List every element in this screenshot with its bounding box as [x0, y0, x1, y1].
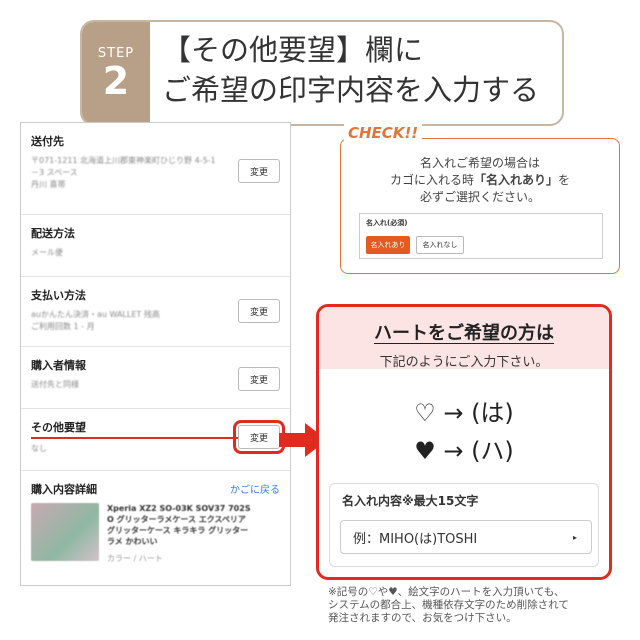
check-message-line: 名入れご希望の場合は [419, 156, 540, 170]
step-banner: STEP 2 【その他要望】欄に ご希望の印字内容を入力する [80, 20, 564, 126]
change-purchaser-button[interactable]: 変更 [238, 367, 280, 391]
heart-instructions-subtitle: 下記のようにご入力下さい。 [379, 355, 549, 370]
delivery-method-value: メール便 [31, 248, 63, 257]
section-label: 配送方法 [31, 227, 75, 240]
change-other-requests-button[interactable]: 変更 [233, 420, 285, 454]
step-title-line2: ご希望の印字内容を入力する [162, 73, 540, 107]
product-name-line: O グリッターラメケース エクスペリア [107, 515, 246, 524]
checkout-form-panel: 送付先 〒071-1211 北海道上川郡東神楽町ひじり野 4-5-1 －3 スペ… [20, 122, 291, 586]
section-delivery-method: 配送方法 メール便 [21, 215, 290, 277]
product-name-line: Xperia XZ2 SO-03K SOV37 702S [107, 504, 251, 513]
engraving-text-panel: 名入れ内容※最大15文字 例：MIHO(は)TOSHI ▸ [329, 483, 599, 567]
symbol-warning-note: ※記号の♡や♥、絵文字のハートを入力頂いても、 システムの都合上、機種依存文字の… [328, 586, 624, 625]
engraving-text-input[interactable]: 例：MIHO(は)TOSHI ▸ [340, 520, 592, 554]
product-name-line: グリッターケース キラキラ グリッター [107, 526, 249, 535]
step-badge: STEP 2 [82, 22, 150, 124]
step-title-line1: 【その他要望】欄に [162, 33, 424, 67]
note-line: ※記号の♡や♥、絵文字のハートを入力頂いても、 [328, 586, 565, 598]
engraving-text-example: 例：MIHO(は)TOSHI [353, 531, 478, 547]
product-image [31, 503, 99, 561]
note-line: システムの都合上、機種依存文字のため削除されて [328, 599, 569, 611]
check-message: 名入れご希望の場合は カゴに入れる時「名入れあり」を 必ずご選択ください。 [341, 155, 619, 206]
change-shipping-address-button[interactable]: 変更 [238, 159, 280, 183]
step-number: 2 [102, 58, 130, 103]
engraving-text-label: 名入れ内容※最大15文字 [342, 494, 479, 508]
check-message-emphasis: 「名入れあり」 [473, 173, 558, 187]
section-shipping-address: 送付先 〒071-1211 北海道上川郡東神楽町ひじり野 4-5-1 －3 スペ… [21, 123, 290, 215]
product-item: Xperia XZ2 SO-03K SOV37 702S O グリッターラメケー… [31, 503, 280, 564]
check-message-line: カゴに入れる時「名入れあり」を [341, 172, 619, 189]
check-message-line: 必ずご選択ください。 [419, 190, 540, 204]
product-name: Xperia XZ2 SO-03K SOV37 702S O グリッターラメケー… [107, 503, 251, 564]
section-purchaser-info: 購入者情報 送付先と同様 変更 [21, 347, 290, 409]
filled-heart-mapping: ♥ → (ハ) [414, 437, 514, 465]
chevron-right-icon: ▸ [572, 532, 577, 542]
product-variant: カラー / ハート [107, 554, 163, 563]
section-label: 送付先 [31, 135, 64, 148]
engraving-no-button[interactable]: 名入れなし [416, 236, 464, 254]
engraving-yes-button[interactable]: 名入れあり [366, 236, 410, 254]
heart-instructions-header: ハートをご希望の方は 下記のようにご入力下さい。 [319, 307, 609, 370]
product-name-line: ラメ かわいい [107, 537, 158, 546]
section-other-requests: その他要望 なし 変更 [21, 409, 290, 471]
section-payment-method: 支払い方法 auかんたん決済・au WALLET 残高 ご利用回数 1 - 月 … [21, 277, 290, 347]
check-message-text: を [558, 173, 571, 187]
check-tag: CHECK!! [344, 124, 423, 142]
note-line: 発注されますので、お気をつけ下さい。 [328, 612, 517, 624]
engraving-option-selector: 名入れ(必須) 名入れあり 名入れなし [359, 213, 603, 259]
step-title: 【その他要望】欄に ご希望の印字内容を入力する [150, 22, 562, 124]
heart-instructions-box: ハートをご希望の方は 下記のようにご入力下さい。 ♡ → (は) ♥ → (ハ)… [316, 304, 612, 580]
engraving-option-title: 名入れ(必須) [366, 219, 408, 227]
highlight-underline [31, 437, 245, 439]
outline-heart-mapping: ♡ → (は) [414, 399, 514, 427]
check-message-text: カゴに入れる時 [389, 173, 474, 187]
section-purchase-details: 購入内容詳細 かごに戻る Xperia XZ2 SO-03K SOV37 702… [21, 471, 290, 572]
check-notice: 名入れご希望の場合は カゴに入れる時「名入れあり」を 必ずご選択ください。 名入… [340, 138, 620, 274]
change-payment-button[interactable]: 変更 [238, 299, 280, 323]
back-to-cart-link[interactable]: かごに戻る [230, 481, 280, 496]
heart-instructions-title: ハートをご希望の方は [374, 323, 554, 344]
